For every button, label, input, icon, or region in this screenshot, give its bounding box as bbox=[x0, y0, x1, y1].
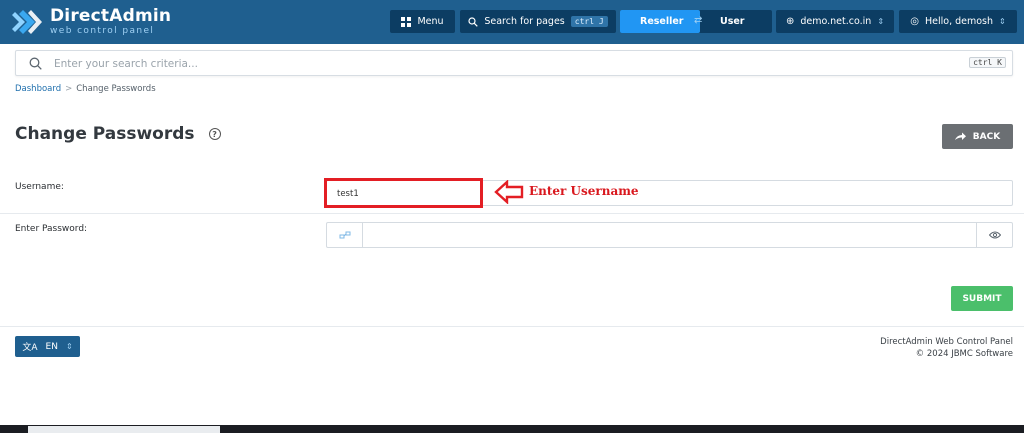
password-label: Enter Password: bbox=[15, 224, 88, 234]
search-input[interactable] bbox=[54, 55, 954, 73]
domain-label: demo.net.co.in bbox=[800, 16, 872, 27]
switch-arrows-icon: ⇄ bbox=[694, 15, 703, 26]
reseller-label: Reseller bbox=[640, 16, 684, 27]
eye-icon[interactable] bbox=[976, 223, 1012, 247]
row-divider bbox=[0, 213, 1024, 214]
user-label: User bbox=[720, 16, 745, 27]
logo-icon bbox=[12, 10, 42, 34]
breadcrumb-separator: > bbox=[65, 84, 73, 94]
annotation-arrow-icon bbox=[494, 180, 524, 204]
brand-title: DirectAdmin bbox=[50, 6, 172, 26]
annotation-text: Enter Username bbox=[529, 184, 639, 198]
username-label: Username: bbox=[15, 182, 64, 192]
search-shortcut: ctrl K bbox=[969, 57, 1006, 68]
footer-divider bbox=[0, 326, 1024, 327]
user-avatar-icon: ◎ bbox=[910, 16, 919, 27]
arrow-right-icon bbox=[954, 132, 966, 140]
annotation-highlight-box bbox=[324, 178, 483, 208]
back-button[interactable]: BACK bbox=[942, 124, 1013, 149]
language-select[interactable]: 文A EN ⇕ bbox=[15, 336, 80, 357]
chevron-updown-icon: ⇕ bbox=[65, 342, 73, 351]
footer-copyright: © 2024 JBMC Software bbox=[915, 349, 1013, 359]
logo[interactable]: DirectAdmin web control panel bbox=[12, 6, 171, 38]
domain-select[interactable]: ⊕ demo.net.co.in ⇕ bbox=[776, 10, 894, 33]
search-pages-shortcut: ctrl J bbox=[570, 16, 608, 27]
reseller-user-switch[interactable]: Reseller ⇄ User bbox=[620, 10, 772, 33]
reseller-tab[interactable]: Reseller bbox=[620, 10, 700, 33]
footer-product: DirectAdmin Web Control Panel bbox=[880, 337, 1013, 347]
search-icon bbox=[468, 16, 479, 27]
generate-password-icon[interactable] bbox=[327, 223, 363, 247]
chevron-updown-icon: ⇕ bbox=[999, 17, 1006, 26]
search-icon bbox=[29, 57, 42, 70]
taskbar-item[interactable] bbox=[28, 426, 220, 433]
page-title-container: Change Passwords ? bbox=[15, 124, 221, 144]
breadcrumb-current: Change Passwords bbox=[76, 84, 156, 94]
page-title: Change Passwords bbox=[15, 124, 195, 144]
search-pages-button[interactable]: Search for pages ctrl J bbox=[460, 10, 616, 33]
back-label: BACK bbox=[972, 131, 1001, 142]
breadcrumb-dashboard-link[interactable]: Dashboard bbox=[15, 84, 61, 94]
user-tab[interactable]: User bbox=[720, 10, 745, 33]
global-search: ctrl K bbox=[15, 50, 1013, 76]
breadcrumb: Dashboard > Change Passwords bbox=[15, 84, 156, 94]
translate-icon: 文A bbox=[22, 343, 38, 353]
menu-button[interactable]: Menu bbox=[390, 10, 455, 33]
footer-info: DirectAdmin Web Control Panel © 2024 JBM… bbox=[880, 336, 1013, 360]
hello-label: Hello, demosh bbox=[925, 16, 994, 27]
top-bar: DirectAdmin web control panel Menu Searc… bbox=[0, 0, 1024, 44]
menu-label: Menu bbox=[417, 16, 444, 27]
password-field bbox=[326, 222, 1013, 248]
help-icon[interactable]: ? bbox=[208, 128, 221, 140]
password-input[interactable] bbox=[371, 227, 961, 243]
chevron-updown-icon: ⇕ bbox=[877, 17, 885, 26]
user-menu[interactable]: ◎ Hello, demosh ⇕ bbox=[899, 10, 1017, 33]
search-pages-label: Search for pages bbox=[484, 16, 565, 27]
globe-icon: ⊕ bbox=[785, 16, 795, 27]
brand-subtitle: web control panel bbox=[50, 26, 155, 36]
submit-button[interactable]: SUBMIT bbox=[951, 286, 1013, 311]
language-label: EN bbox=[45, 341, 58, 352]
grid-icon bbox=[401, 16, 412, 27]
